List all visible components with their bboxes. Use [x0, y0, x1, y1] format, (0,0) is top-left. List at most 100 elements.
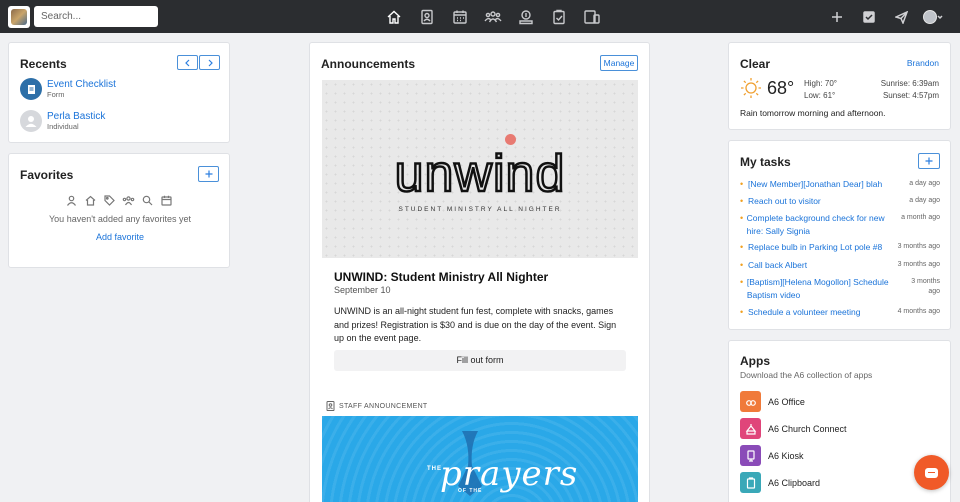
task-time: 3 months ago: [911, 278, 940, 295]
task-bullet: •: [740, 260, 744, 270]
devices-icon[interactable]: [580, 6, 604, 28]
task-item[interactable]: • [Baptism][Helena Mogollon] Schedule Bap…: [740, 276, 940, 301]
announcements-card: Announcements Manage unwind STUDENT MINI…: [309, 42, 650, 502]
chat-icon: [925, 467, 938, 478]
favorites-title: Favorites: [20, 168, 74, 182]
main-nav: [382, 6, 604, 28]
plus-icon: [925, 157, 933, 165]
search-input[interactable]: [34, 6, 158, 27]
chat-launcher-button[interactable]: [914, 455, 949, 490]
top-navbar: [0, 0, 960, 33]
sunset: Sunset: 4:57pm: [882, 91, 939, 100]
task-title[interactable]: [New Member][Jonathan Dear] blah: [748, 178, 882, 191]
task-title[interactable]: Complete background check for new hire: …: [747, 212, 896, 237]
recent-item[interactable]: Event Checklist Form: [20, 78, 116, 100]
office-app-icon: [740, 391, 761, 412]
send-icon[interactable]: [890, 6, 912, 28]
high-temp: High: 70°: [804, 79, 837, 88]
recent-item-name: Perla Bastick: [47, 111, 106, 122]
app-logo[interactable]: [8, 6, 30, 28]
task-bullet: •: [740, 242, 744, 252]
task-time: a month ago: [901, 214, 940, 221]
calendar-icon[interactable]: [160, 194, 173, 207]
prayers-banner-image[interactable]: THE prayers OF THE: [322, 416, 638, 502]
task-item[interactable]: • [New Member][Jonathan Dear] blah a day a…: [740, 178, 940, 191]
task-title[interactable]: Reach out to visitor: [748, 195, 821, 208]
event-title: UNWIND: Student Ministry All Nighter: [334, 270, 549, 284]
calendar-icon[interactable]: [448, 6, 472, 28]
add-favorite-link[interactable]: Add favorite: [9, 232, 231, 242]
favorite-type-icons: [65, 194, 173, 207]
weather-forecast-note: Rain tomorrow morning and afternoon.: [740, 108, 886, 118]
kiosk-app-icon: [740, 445, 761, 466]
chevron-right-icon: [208, 59, 213, 66]
app-name: A6 Church Connect: [768, 423, 847, 434]
add-task-button[interactable]: [918, 153, 940, 169]
recents-title: Recents: [20, 57, 67, 71]
giving-icon[interactable]: [514, 6, 538, 28]
app-item[interactable]: A6 Church Connect: [740, 418, 847, 439]
manage-button[interactable]: Manage: [600, 55, 638, 71]
prev-button[interactable]: [177, 55, 198, 70]
next-button[interactable]: [199, 55, 220, 70]
app-name: A6 Clipboard: [768, 477, 821, 488]
tasks-card: My tasks • [New Member][Jonathan Dear] bl…: [728, 140, 951, 330]
recent-item-name: Event Checklist: [47, 79, 116, 90]
app-name: A6 Office: [768, 396, 805, 407]
task-title[interactable]: Schedule a volunteer meeting: [748, 306, 860, 319]
task-time: 4 months ago: [897, 308, 940, 315]
profile-icon[interactable]: [415, 6, 439, 28]
groups-icon[interactable]: [481, 6, 505, 28]
task-item[interactable]: • Replace bulb in Parking Lot pole #8 3 mo…: [740, 241, 940, 254]
task-title[interactable]: Call back Albert: [748, 259, 807, 272]
check-square-icon[interactable]: [858, 6, 880, 28]
topbar-actions: [826, 6, 944, 28]
recent-item[interactable]: Perla Bastick Individual: [20, 110, 105, 132]
search-icon[interactable]: [141, 194, 154, 207]
banner-word: unwind: [393, 145, 566, 204]
task-bullet: •: [740, 196, 744, 206]
tag-icon[interactable]: [103, 194, 116, 207]
banner-dot: [505, 134, 516, 145]
add-favorite-button[interactable]: [198, 166, 219, 182]
recents-card: Recents Event Checklist Form Perla Bastic…: [8, 42, 230, 143]
task-time: a day ago: [909, 197, 940, 204]
home-icon[interactable]: [382, 6, 406, 28]
weather-user-link[interactable]: Brandon: [907, 58, 939, 68]
weather-condition: Clear: [740, 57, 771, 71]
app-item[interactable]: A6 Clipboard: [740, 472, 820, 493]
person-icon[interactable]: [65, 194, 78, 207]
app-item[interactable]: A6 Kiosk: [740, 445, 804, 466]
recent-item-type: Form: [47, 90, 65, 99]
task-title[interactable]: Replace bulb in Parking Lot pole #8: [748, 241, 882, 254]
weather-main: 68°: [740, 77, 794, 99]
high-low: High: 70° Low: 61°: [804, 78, 837, 102]
fill-out-form-button[interactable]: Fill out form: [334, 350, 626, 371]
task-title[interactable]: [Baptism][Helena Mogollon] Schedule Bapt…: [747, 276, 900, 301]
task-item[interactable]: • Reach out to visitor a day ago: [740, 195, 940, 208]
app-item[interactable]: A6 Office: [740, 391, 805, 412]
task-time: a day ago: [909, 180, 940, 187]
user-avatar-icon[interactable]: [922, 6, 944, 28]
groups-icon[interactable]: [122, 194, 135, 207]
task-bullet: •: [740, 179, 744, 189]
home-icon[interactable]: [84, 194, 97, 207]
plus-icon[interactable]: [826, 6, 848, 28]
checklist-icon[interactable]: [547, 6, 571, 28]
badge-icon: [326, 401, 335, 411]
favorites-empty-text: You haven't added any favorites yet: [49, 214, 191, 224]
form-icon: [20, 78, 42, 100]
temperature: 68°: [767, 77, 795, 98]
apps-title: Apps: [740, 354, 770, 368]
task-item[interactable]: • Schedule a volunteer meeting 4 months ag…: [740, 306, 940, 319]
weather-card: Clear Brandon 68° High: 70° Low: 61° Sunr…: [728, 42, 951, 130]
task-bullet: •: [740, 277, 744, 287]
church-connect-app-icon: [740, 418, 761, 439]
apps-subtitle: Download the A6 collection of apps: [740, 370, 873, 380]
task-item[interactable]: • Call back Albert 3 months ago: [740, 259, 940, 272]
task-item[interactable]: • Complete background check for new hire:…: [740, 212, 940, 237]
unwind-banner-image[interactable]: unwind STUDENT MINISTRY ALL NIGHTER: [322, 80, 638, 258]
chevron-left-icon: [184, 59, 189, 66]
sun-times: Sunrise: 6:39am Sunset: 4:57pm: [881, 78, 939, 102]
clipboard-app-icon: [740, 472, 761, 493]
